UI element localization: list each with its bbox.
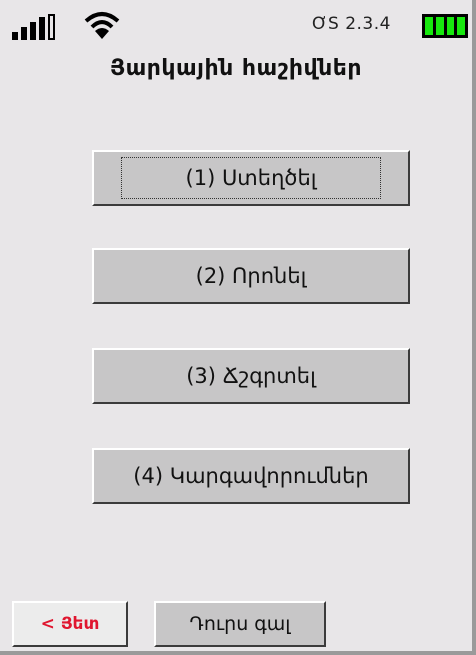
back-softkey[interactable]: < Յետ (12, 601, 128, 647)
exit-softkey[interactable]: Դուրս գալ (154, 601, 326, 647)
settings-button-label: (4) Կարգավորումներ (133, 464, 369, 488)
wifi-icon (84, 12, 120, 39)
create-button-label: (1) Ստեղծել (120, 157, 382, 199)
signal-strength-icon (12, 14, 72, 40)
page-title: Յարկային հաշիվներ (109, 56, 363, 81)
battery-full-icon (422, 14, 468, 38)
search-button[interactable]: (2) Որոնել (92, 248, 410, 304)
status-bar: ƠS 2.3.4 (0, 0, 472, 48)
settings-button[interactable]: (4) Կարգավորումներ (92, 448, 410, 504)
adjust-button[interactable]: (3) Ճշգրտել (92, 348, 410, 404)
search-button-label: (2) Որոնել (195, 264, 307, 288)
adjust-button-label: (3) Ճշգրտել (186, 364, 316, 388)
create-button[interactable]: (1) Ստեղծել (92, 150, 410, 206)
os-version: ƠS 2.3.4 (312, 14, 391, 34)
phone-screen: ƠS 2.3.4 Յարկային հաշիվներ (1) Ստեղծել (… (0, 0, 476, 655)
